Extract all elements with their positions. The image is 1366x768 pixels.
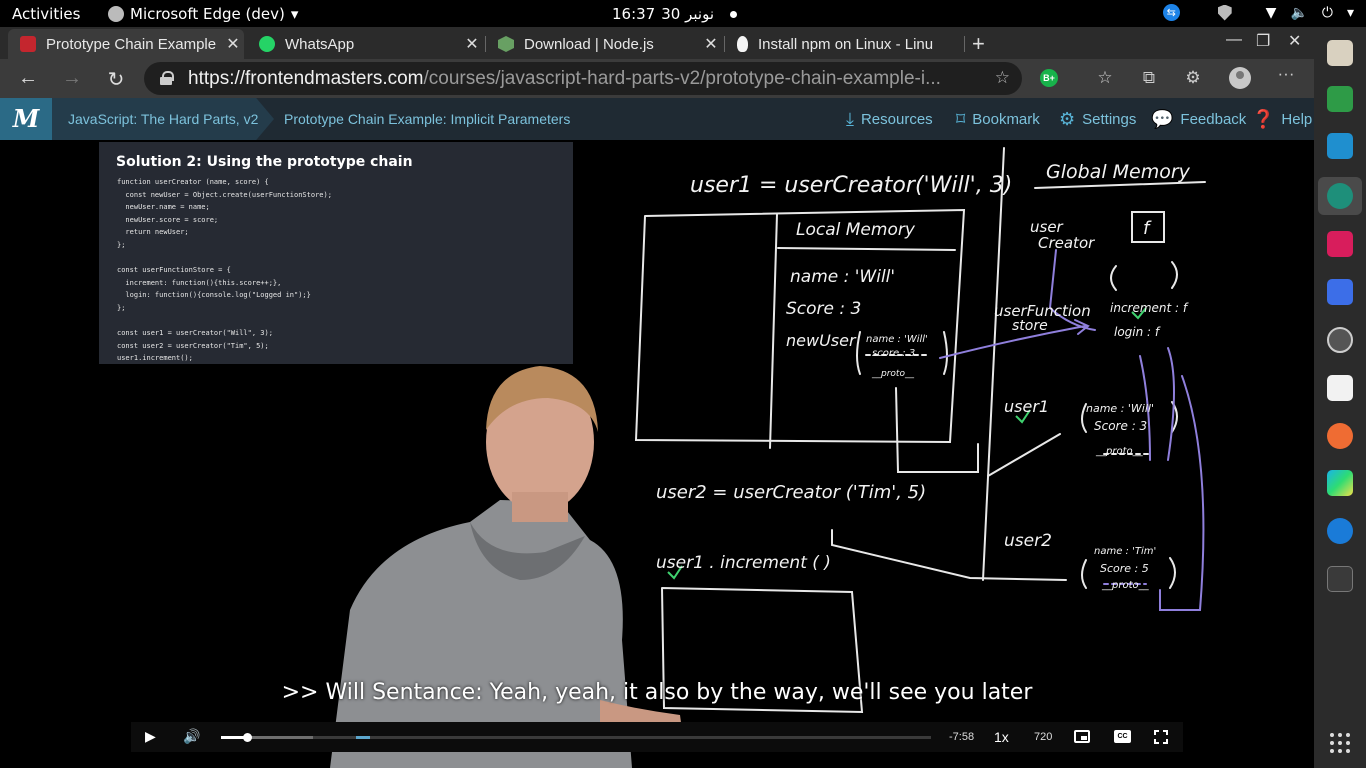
help-icon: ❓ [1252,109,1275,129]
app-menu[interactable]: Microsoft Edge (dev) ▾ [108,5,298,23]
tab-title: Download | Node.js [524,35,654,53]
resources-link[interactable]: ⤓ Resources [846,109,933,130]
address-bar[interactable]: https://frontendmasters.com/courses/java… [144,62,1022,95]
whatsapp-favicon-icon [259,36,275,52]
restore-icon[interactable]: ❐ [1256,31,1270,51]
tab-install-npm[interactable]: Install npm on Linux - Linu [725,29,961,59]
course-header: M JavaScript: The Hard Parts, v2 Prototy… [0,98,1314,140]
video-player[interactable]: user1 = userCreator('Will', 3) Local Mem… [0,140,1314,768]
url-text[interactable]: https://frontendmasters.com/courses/java… [188,68,978,90]
vscode-icon[interactable] [1327,133,1353,159]
reload-icon[interactable]: ↻ [104,67,128,92]
notification-dot-icon [730,10,737,18]
tab-nodejs-download[interactable]: Download | Node.js ✕ [486,29,722,59]
system-top-bar: Activities Microsoft Edge (dev) ▾ 16:37 … [0,0,1366,27]
close-window-icon[interactable]: ✕ [1288,31,1301,51]
frontendmasters-favicon-icon [20,36,36,52]
breadcrumb-course[interactable]: JavaScript: The Hard Parts, v2 [52,98,274,140]
volume-icon[interactable]: 🔊 [183,728,200,745]
gear-icon: ⚙ [1059,109,1076,129]
lock-icon[interactable] [160,71,174,85]
buffered-segment [355,736,371,739]
clock-icon[interactable] [1327,327,1353,353]
frontendmasters-logo[interactable]: M [0,98,52,140]
fullscreen-icon[interactable] [1154,730,1168,744]
breadcrumb-lesson: Prototype Chain Example: Implicit Parame… [284,111,571,127]
quality-button[interactable]: 720 [1034,731,1052,743]
feedback-link[interactable]: 💬 Feedback [1151,109,1246,130]
profile-avatar[interactable] [1229,67,1251,89]
intellij-icon[interactable] [1327,231,1353,257]
system-tray[interactable]: ⇆ ▼ 🔈 ⏻ ▾ [1162,4,1354,21]
bookmark-link[interactable]: ⌑ Bookmark [956,109,1040,130]
dock [1314,27,1366,768]
clock-time: 16:37 [612,5,656,23]
files-icon[interactable] [1327,40,1353,66]
edge-app-icon [108,6,124,22]
forward-arrow-icon[interactable]: → [60,67,84,90]
clock[interactable]: 16:37 30 نونبر [612,5,737,23]
tab-whatsapp[interactable]: WhatsApp ✕ [247,29,483,59]
playback-speed-button[interactable]: 1x [994,729,1009,745]
presenter-figure [330,366,682,768]
add-favorite-icon[interactable]: ☆ [995,68,1010,88]
time-remaining: -7:58 [949,731,975,743]
browser-toolbar: ← → ↻ https://frontendmasters.com/course… [0,59,1314,98]
nodejs-favicon-icon [498,36,514,52]
more-menu-icon[interactable]: ··· [1275,64,1297,84]
power-icon[interactable]: ⏻ [1322,5,1333,21]
player-controls: ▶ 🔊 -7:58 1x 720 CC [131,722,1183,752]
volume-icon[interactable]: 🔈 [1290,5,1307,21]
webstorm-icon[interactable] [1327,470,1353,496]
clock-date: 30 نونبر [661,5,714,23]
chevron-down-icon[interactable]: ▾ [1347,5,1354,21]
teamviewer-icon[interactable] [1327,518,1353,544]
tab-strip: Prototype Chain Example ✕ WhatsApp ✕ Dow… [0,27,1314,59]
settings-link[interactable]: ⚙ Settings [1059,109,1136,130]
tab-prototype-chain[interactable]: Prototype Chain Example ✕ [8,29,244,59]
seek-handle[interactable] [242,733,252,742]
teamviewer-tray-icon[interactable]: ⇆ [1162,4,1180,21]
activities-button[interactable]: Activities [12,5,80,23]
document-viewer-icon[interactable] [1327,375,1353,401]
terminal-icon[interactable] [1327,566,1353,592]
minimize-icon[interactable]: — [1226,31,1242,49]
back-arrow-icon[interactable]: ← [16,67,40,90]
download-icon: ⤓ [846,109,854,129]
picture-in-picture-icon[interactable] [1074,730,1090,743]
favorites-icon[interactable]: ☆ [1094,68,1116,88]
collections-icon[interactable]: ⧉ [1138,68,1160,88]
subtitle-caption: >> Will Sentance: Yeah, yeah, it also by… [281,680,1033,705]
speech-bubble-icon: 💬 [1151,109,1174,129]
close-tab-icon[interactable]: ✕ [222,34,244,54]
tab-title: WhatsApp [285,35,355,53]
extensions-icon[interactable]: ⚙ [1182,68,1204,88]
chevron-down-icon: ▾ [290,5,299,23]
postman-icon[interactable] [1327,423,1353,449]
close-tab-icon[interactable]: ✕ [461,34,483,54]
edge-dev-icon[interactable] [1327,183,1353,209]
app-green-icon[interactable] [1327,86,1353,112]
close-tab-icon[interactable]: ✕ [700,34,722,54]
app-menu-label: Microsoft Edge (dev) [130,5,285,23]
extension-b-plus-icon[interactable]: B+ [1040,69,1058,87]
tab-separator [964,36,965,52]
show-applications-icon[interactable] [1330,733,1350,753]
bookmark-icon: ⌑ [956,109,966,129]
new-tab-icon[interactable]: + [972,31,985,57]
wifi-icon[interactable]: ▼ [1266,5,1277,21]
seek-bar[interactable] [221,733,931,742]
tab-title: Prototype Chain Example [46,35,217,53]
tux-favicon-icon [737,36,748,52]
screenshot-icon[interactable] [1327,279,1353,305]
play-icon[interactable]: ▶ [145,728,156,745]
closed-captions-button[interactable]: CC [1114,730,1131,743]
shield-icon[interactable] [1217,4,1232,21]
tab-title: Install npm on Linux - Linu [758,35,934,53]
help-link[interactable]: ❓ Help [1252,109,1312,130]
